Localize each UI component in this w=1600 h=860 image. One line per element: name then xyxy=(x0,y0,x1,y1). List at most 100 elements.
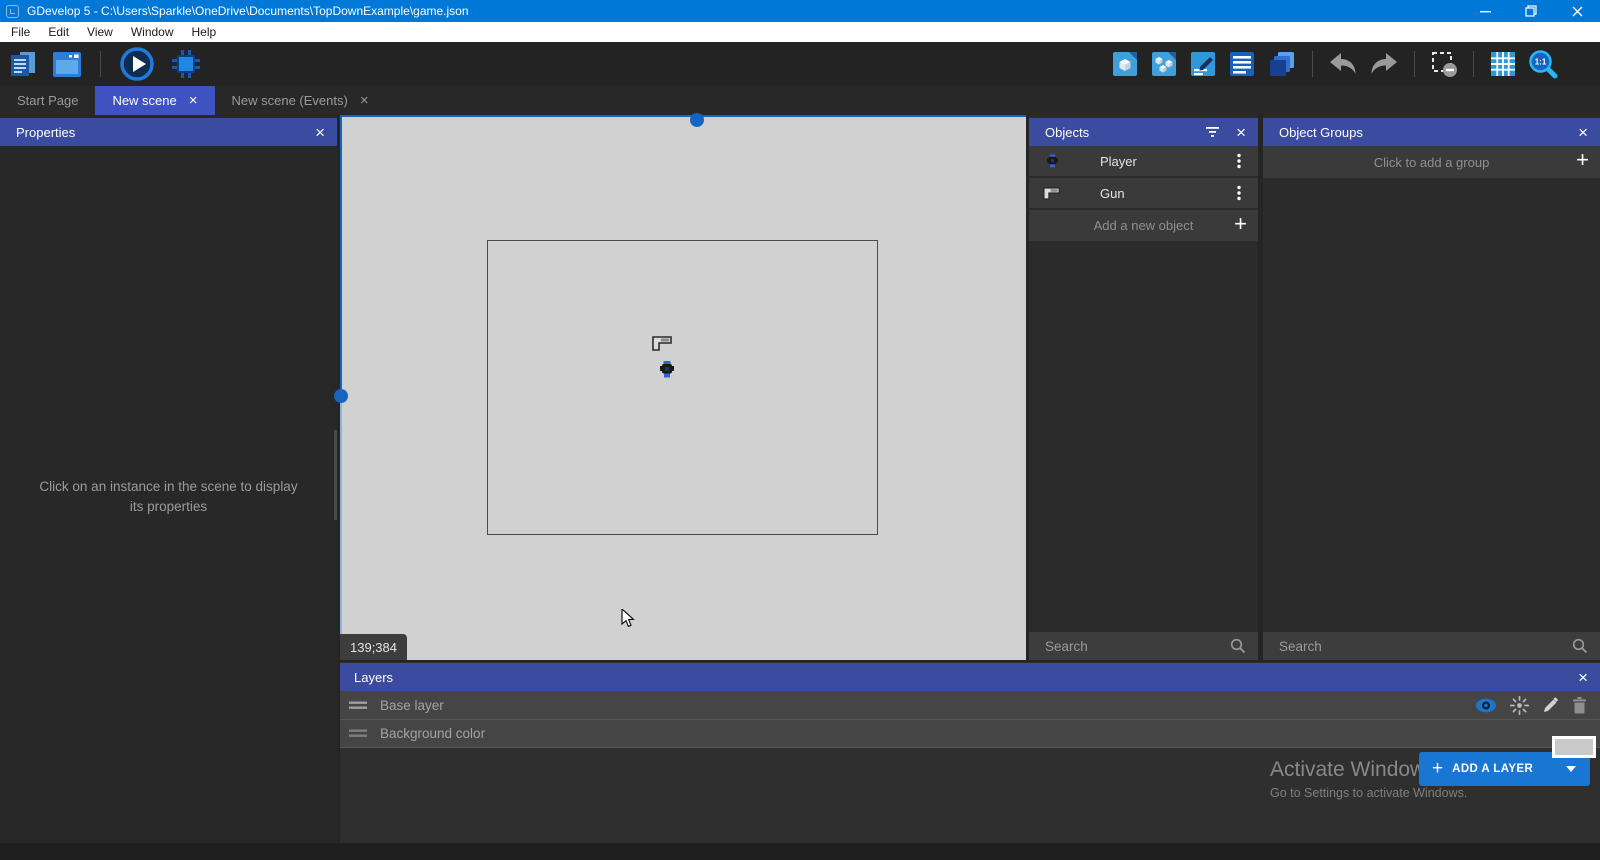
project-manager-icon[interactable] xyxy=(8,49,38,79)
properties-empty-message: Click on an instance in the scene to dis… xyxy=(0,477,337,517)
object-name: Player xyxy=(1100,154,1220,169)
object-groups-panel-header: Object Groups × xyxy=(1263,118,1600,146)
add-new-object-label: Add a new object xyxy=(1094,218,1194,233)
menu-help[interactable]: Help xyxy=(183,22,226,42)
mouse-cursor-icon xyxy=(621,609,635,634)
close-icon[interactable]: × xyxy=(1236,124,1246,141)
editor-tabs: Start Page New scene × New scene (Events… xyxy=(0,86,1600,115)
add-group-label: Click to add a group xyxy=(1374,155,1490,170)
layer-delete-trash-icon[interactable] xyxy=(1572,697,1587,714)
plus-icon: + xyxy=(1432,758,1443,780)
window-bottom-edge xyxy=(0,843,1600,860)
properties-editor-icon[interactable] xyxy=(1189,50,1217,78)
game-window-bounds xyxy=(487,240,878,535)
layer-name: Base layer xyxy=(380,698,444,713)
undo-icon[interactable] xyxy=(1328,51,1358,77)
cursor-coordinates: 139;384 xyxy=(340,634,407,660)
player-instance-sprite[interactable] xyxy=(660,361,674,384)
layers-panel-title: Layers xyxy=(354,670,393,685)
minimize-icon xyxy=(1480,6,1491,17)
object-groups-editor-icon[interactable] xyxy=(1150,50,1178,78)
close-icon[interactable]: × xyxy=(1578,124,1588,141)
toolbar-separator xyxy=(100,51,101,77)
activate-windows-subtext: Go to Settings to activate Windows. xyxy=(1270,786,1467,800)
menu-bar: File Edit View Window Help xyxy=(0,22,1600,42)
tab-new-scene[interactable]: New scene × xyxy=(95,86,214,115)
toolbar: 1:1 xyxy=(0,42,1600,86)
menu-view[interactable]: View xyxy=(78,22,122,42)
vertical-scroll-track xyxy=(340,403,342,660)
layer-row-background-color[interactable]: Background color xyxy=(340,720,1600,748)
object-groups-panel: Object Groups × Click to add a group + xyxy=(1263,115,1600,660)
close-icon xyxy=(1572,6,1583,17)
tab-label: New scene xyxy=(112,93,176,108)
object-menu-icon[interactable] xyxy=(1220,153,1258,169)
title-bar: GDevelop 5 - C:\Users\Sparkle\OneDrive\D… xyxy=(0,0,1600,22)
menu-file[interactable]: File xyxy=(2,22,39,42)
tab-label: Start Page xyxy=(17,93,78,108)
tab-start-page[interactable]: Start Page xyxy=(0,86,95,115)
search-icon xyxy=(1230,638,1246,654)
tab-close-icon[interactable]: × xyxy=(189,93,198,108)
close-icon[interactable]: × xyxy=(1578,669,1588,686)
groups-search-bar xyxy=(1263,632,1600,660)
add-group-button[interactable]: Click to add a group + xyxy=(1263,146,1600,178)
layer-effects-icon[interactable] xyxy=(1510,696,1529,715)
menu-edit[interactable]: Edit xyxy=(39,22,78,42)
drag-handle-icon[interactable] xyxy=(349,729,367,738)
chevron-down-icon[interactable] xyxy=(1566,766,1576,772)
drag-handle-icon[interactable] xyxy=(349,701,367,710)
background-color-value xyxy=(1555,739,1593,755)
add-a-layer-label: ADD A LAYER xyxy=(1452,763,1533,775)
scene-canvas[interactable]: 139;384 xyxy=(340,115,1026,660)
tab-close-icon[interactable]: × xyxy=(360,93,369,108)
scene-window-icon[interactable] xyxy=(52,51,82,78)
play-preview-icon[interactable] xyxy=(119,46,155,82)
tab-label: New scene (Events) xyxy=(232,93,348,108)
horizontal-scroll-thumb[interactable] xyxy=(690,113,704,127)
instances-list-icon[interactable] xyxy=(1228,50,1256,78)
search-icon xyxy=(1572,638,1588,654)
layer-visibility-eye-icon[interactable] xyxy=(1475,698,1497,713)
close-button[interactable] xyxy=(1554,0,1600,22)
horizontal-scroll-track xyxy=(340,115,1026,117)
objects-editor-icon[interactable] xyxy=(1111,50,1139,78)
filter-icon[interactable] xyxy=(1205,126,1220,138)
object-row-player[interactable]: Player xyxy=(1029,146,1258,178)
activate-windows-watermark: Activate Windows xyxy=(1270,758,1436,782)
restore-button[interactable] xyxy=(1508,0,1554,22)
gdevelop-logo-icon xyxy=(6,5,19,18)
gun-object-icon xyxy=(1029,187,1075,200)
objects-panel-title: Objects xyxy=(1045,125,1089,140)
zoom-1-1-icon[interactable]: 1:1 xyxy=(1528,49,1558,79)
object-row-gun[interactable]: Gun xyxy=(1029,178,1258,210)
grid-icon[interactable] xyxy=(1489,50,1517,78)
plus-icon: + xyxy=(1234,211,1247,237)
debug-icon[interactable] xyxy=(169,47,203,81)
objects-search-input[interactable] xyxy=(1045,639,1230,654)
deselect-instances-icon[interactable] xyxy=(1430,50,1458,78)
toolbar-separator xyxy=(1473,51,1474,77)
minimize-button[interactable] xyxy=(1462,0,1508,22)
background-color-swatch[interactable] xyxy=(1552,736,1596,758)
layers-editor-icon[interactable] xyxy=(1267,49,1297,79)
groups-search-input[interactable] xyxy=(1279,639,1572,654)
vertical-scroll-thumb[interactable] xyxy=(334,389,348,403)
layer-edit-pencil-icon[interactable] xyxy=(1542,697,1559,714)
tab-new-scene-events[interactable]: New scene (Events) × xyxy=(215,86,386,115)
close-icon[interactable]: × xyxy=(315,124,325,141)
layer-name: Background color xyxy=(380,726,485,741)
gdevelop-window: GDevelop 5 - C:\Users\Sparkle\OneDrive\D… xyxy=(0,0,1600,860)
redo-icon[interactable] xyxy=(1369,51,1399,77)
object-name: Gun xyxy=(1100,186,1220,201)
gun-instance-sprite[interactable] xyxy=(652,336,673,356)
properties-panel: Properties × Click on an instance in the… xyxy=(0,115,337,843)
add-new-object-button[interactable]: Add a new object + xyxy=(1029,210,1258,241)
object-menu-icon[interactable] xyxy=(1220,185,1258,201)
properties-scrollbar[interactable] xyxy=(334,430,337,520)
menu-window[interactable]: Window xyxy=(122,22,183,42)
object-groups-panel-title: Object Groups xyxy=(1279,125,1363,140)
properties-panel-header: Properties × xyxy=(0,118,337,146)
layer-row-base[interactable]: Base layer xyxy=(340,691,1600,720)
objects-list-empty-area xyxy=(1029,241,1258,632)
